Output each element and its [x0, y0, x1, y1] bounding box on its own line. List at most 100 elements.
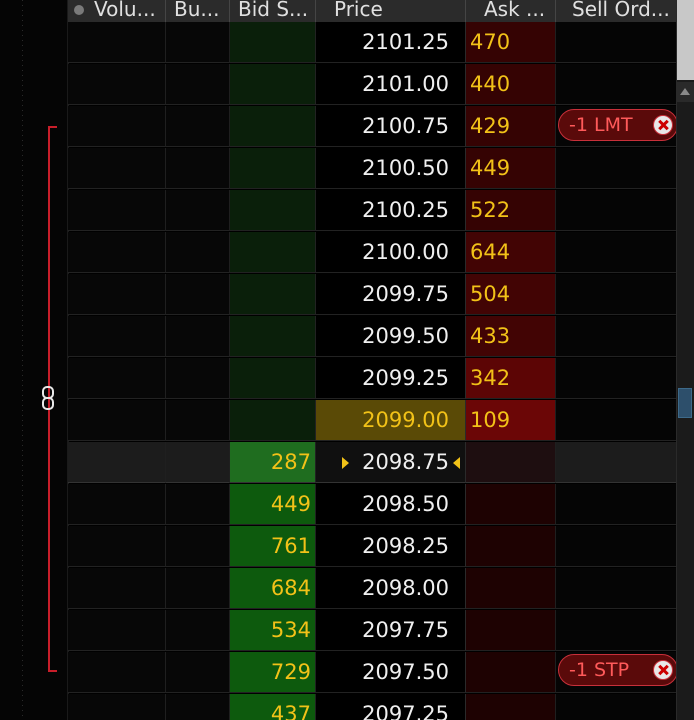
- bid-size-cell[interactable]: [230, 190, 316, 231]
- volume-cell[interactable]: [68, 22, 166, 63]
- volume-cell[interactable]: [68, 568, 166, 609]
- ask-size-cell[interactable]: 342: [466, 358, 556, 399]
- price-cell[interactable]: 2097.25: [316, 694, 466, 720]
- ask-size-cell[interactable]: 433: [466, 316, 556, 357]
- volume-cell[interactable]: [68, 694, 166, 720]
- volume-cell[interactable]: [68, 442, 166, 483]
- volume-cell[interactable]: [68, 400, 166, 441]
- volume-cell[interactable]: [68, 106, 166, 147]
- price-cell[interactable]: 2100.50: [316, 148, 466, 189]
- cancel-order-icon[interactable]: [653, 115, 673, 135]
- ask-size-cell[interactable]: 440: [466, 64, 556, 105]
- column-header-ask-size[interactable]: Ask ...: [466, 0, 556, 22]
- bid-size-cell[interactable]: [230, 106, 316, 147]
- ask-size-cell[interactable]: [466, 610, 556, 651]
- cancel-order-icon[interactable]: [653, 660, 673, 680]
- volume-cell[interactable]: [68, 232, 166, 273]
- sell-order-cell[interactable]: [556, 274, 676, 315]
- price-cell[interactable]: 2097.50: [316, 652, 466, 693]
- ask-size-cell[interactable]: 109: [466, 400, 556, 441]
- order-bracket-bottom[interactable]: [48, 670, 57, 672]
- sell-limit-order-chip[interactable]: -1 LMT: [558, 109, 678, 141]
- sell-order-cell[interactable]: [556, 316, 676, 357]
- volume-cell[interactable]: [68, 484, 166, 525]
- buy-order-cell[interactable]: [166, 610, 230, 651]
- sell-order-cell[interactable]: [556, 526, 676, 567]
- buy-order-cell[interactable]: [166, 526, 230, 567]
- buy-order-cell[interactable]: [166, 106, 230, 147]
- ask-size-cell[interactable]: 429: [466, 106, 556, 147]
- price-cell[interactable]: 2099.75: [316, 274, 466, 315]
- bid-size-cell[interactable]: [230, 232, 316, 273]
- buy-order-cell[interactable]: [166, 22, 230, 63]
- buy-order-cell[interactable]: [166, 400, 230, 441]
- ask-size-cell[interactable]: [466, 694, 556, 720]
- price-cell[interactable]: 2099.00: [316, 400, 466, 441]
- bid-size-cell[interactable]: 729: [230, 652, 316, 693]
- volume-cell[interactable]: [68, 610, 166, 651]
- ask-size-cell[interactable]: [466, 526, 556, 567]
- sell-order-cell[interactable]: [556, 610, 676, 651]
- buy-order-cell[interactable]: [166, 694, 230, 720]
- buy-order-cell[interactable]: [166, 358, 230, 399]
- scrollbar-thumb[interactable]: [678, 388, 692, 418]
- bid-size-cell[interactable]: 684: [230, 568, 316, 609]
- column-header-sell-orders[interactable]: Sell Ord...: [556, 0, 676, 22]
- sell-order-cell[interactable]: [556, 442, 676, 483]
- price-cell[interactable]: 2099.50: [316, 316, 466, 357]
- price-cell[interactable]: 2099.25: [316, 358, 466, 399]
- ask-size-cell[interactable]: [466, 652, 556, 693]
- buy-order-cell[interactable]: [166, 274, 230, 315]
- price-cell[interactable]: 2101.25: [316, 22, 466, 63]
- bid-size-cell[interactable]: [230, 358, 316, 399]
- scroll-area-top[interactable]: [677, 0, 694, 80]
- volume-cell[interactable]: [68, 526, 166, 567]
- bid-size-cell[interactable]: 449: [230, 484, 316, 525]
- price-cell[interactable]: 2100.75: [316, 106, 466, 147]
- bid-size-cell[interactable]: 287: [230, 442, 316, 483]
- sell-order-cell[interactable]: [556, 190, 676, 231]
- bid-size-cell[interactable]: [230, 64, 316, 105]
- sell-order-cell[interactable]: [556, 232, 676, 273]
- volume-cell[interactable]: [68, 190, 166, 231]
- ask-size-cell[interactable]: 449: [466, 148, 556, 189]
- buy-order-cell[interactable]: [166, 64, 230, 105]
- sell-order-cell[interactable]: [556, 694, 676, 720]
- volume-cell[interactable]: [68, 358, 166, 399]
- sell-order-cell[interactable]: [556, 400, 676, 441]
- buy-order-cell[interactable]: [166, 568, 230, 609]
- bid-size-cell[interactable]: [230, 148, 316, 189]
- bid-size-cell[interactable]: [230, 316, 316, 357]
- sell-order-cell[interactable]: [556, 64, 676, 105]
- bid-size-cell[interactable]: [230, 22, 316, 63]
- buy-order-cell[interactable]: [166, 652, 230, 693]
- volume-cell[interactable]: [68, 316, 166, 357]
- price-cell[interactable]: 2101.00: [316, 64, 466, 105]
- ask-size-cell[interactable]: 504: [466, 274, 556, 315]
- ask-size-cell[interactable]: [466, 568, 556, 609]
- buy-order-cell[interactable]: [166, 232, 230, 273]
- price-cell[interactable]: 2098.75: [316, 442, 466, 483]
- bid-size-cell[interactable]: 534: [230, 610, 316, 651]
- bid-size-cell[interactable]: 437: [230, 694, 316, 720]
- sell-stop-order-chip[interactable]: -1 STP: [558, 654, 678, 686]
- ask-size-cell[interactable]: 470: [466, 22, 556, 63]
- sell-order-cell[interactable]: [556, 484, 676, 525]
- volume-cell[interactable]: [68, 652, 166, 693]
- link-icon[interactable]: [42, 386, 54, 410]
- price-cell[interactable]: 2098.25: [316, 526, 466, 567]
- buy-order-cell[interactable]: [166, 190, 230, 231]
- scroll-up-arrow-icon[interactable]: [677, 82, 694, 102]
- sell-order-cell[interactable]: [556, 358, 676, 399]
- vertical-scrollbar[interactable]: [676, 0, 694, 720]
- sell-order-cell[interactable]: [556, 148, 676, 189]
- column-header-volume[interactable]: Volu...: [68, 0, 166, 22]
- price-cell[interactable]: 2100.00: [316, 232, 466, 273]
- buy-order-cell[interactable]: [166, 148, 230, 189]
- order-bracket-top[interactable]: [48, 126, 57, 128]
- column-header-price[interactable]: Price: [316, 0, 466, 22]
- bid-size-cell[interactable]: [230, 274, 316, 315]
- sell-order-cell[interactable]: [556, 22, 676, 63]
- buy-order-cell[interactable]: [166, 316, 230, 357]
- price-cell[interactable]: 2097.75: [316, 610, 466, 651]
